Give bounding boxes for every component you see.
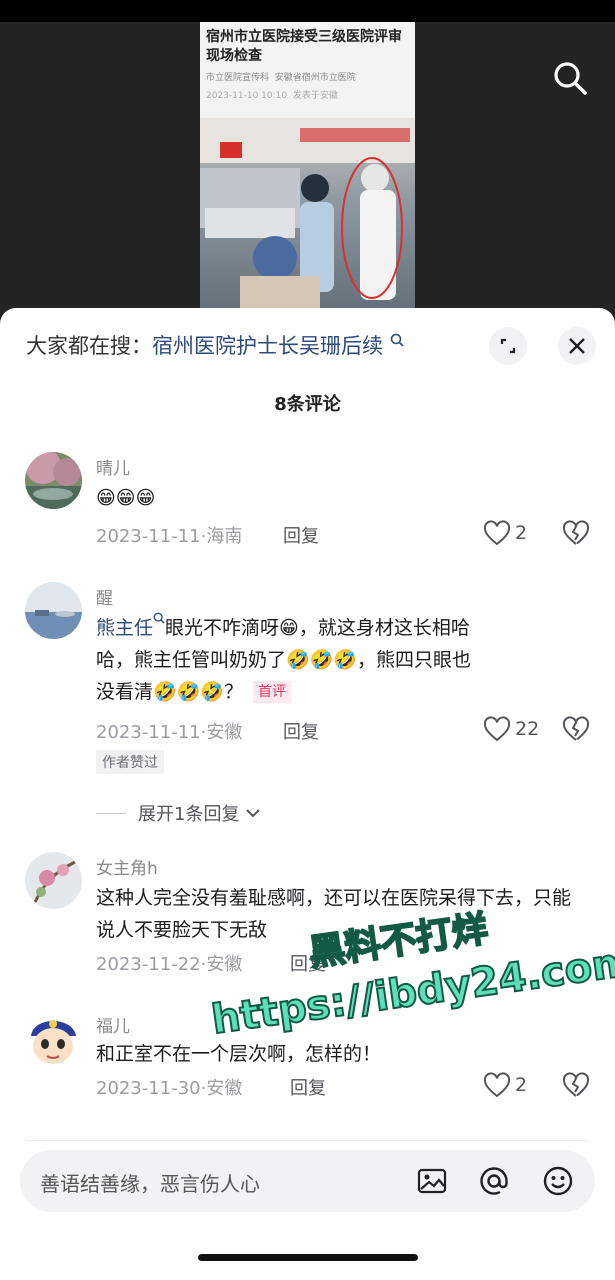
hot-search-link[interactable]: 宿州医院护士长吴珊后续 [152, 334, 383, 358]
heart-icon [483, 1072, 511, 1098]
expand-replies-button[interactable]: 展开1条回复 [96, 800, 261, 826]
expand-icon [500, 338, 516, 354]
comment-username[interactable]: 晴儿 [96, 454, 130, 479]
video-article-source: 市立医院宣传科 安徽省宿州市立医院 [206, 73, 356, 83]
close-icon [569, 338, 585, 354]
comment-username[interactable]: 女主角h [96, 854, 158, 879]
video-frame: 宿州市立医院接受三级医院评审现场检查 市立医院宣传科 安徽省宿州市立医院 202… [200, 22, 415, 322]
divider-line [96, 813, 126, 814]
video-player[interactable]: 宿州市立医院接受三级医院评审现场检查 市立医院宣传科 安徽省宿州市立医院 202… [0, 22, 615, 322]
at-icon[interactable] [478, 1165, 510, 1197]
broken-heart-icon[interactable] [562, 520, 590, 548]
chevron-down-icon [246, 809, 260, 818]
mention-link[interactable]: 熊主任 [96, 617, 153, 639]
comment-text: 熊主任 眼光不咋滴呀😁，就这身材这长相哈 哈，熊主任管叫奶奶了🤣🤣🤣，熊四只眼也 … [96, 612, 586, 708]
like-button[interactable]: 2 [483, 1072, 543, 1100]
broken-heart-icon[interactable] [562, 716, 590, 744]
comment-count: 8条评论 [274, 394, 341, 415]
comment-item: 醒 熊主任 眼光不咋滴呀😁，就这身材这长相哈 哈，熊主任管叫奶奶了🤣🤣🤣，熊四只眼… [0, 578, 615, 838]
hot-search-prefix: 大家都在搜： [26, 334, 152, 358]
status-bar [0, 0, 615, 22]
comment-text: 😁😁😁 [96, 487, 156, 509]
reply-button[interactable]: 回复 [283, 718, 319, 744]
image-icon[interactable] [416, 1165, 448, 1197]
like-count: 22 [515, 718, 540, 740]
comment-input-placeholder[interactable]: 善语结善缘，恶言伤人心 [40, 1168, 260, 1197]
home-indicator [198, 1254, 418, 1261]
search-small-icon [153, 612, 165, 624]
heart-icon [483, 716, 511, 742]
comment-text: 和正室不在一个层次啊，怎样的！ [96, 1043, 382, 1065]
avatar[interactable] [25, 1010, 82, 1067]
hot-search-bar[interactable]: 大家都在搜：宿州医院护士长吴珊后续 [26, 330, 404, 360]
like-button[interactable]: 2 [483, 520, 543, 548]
search-icon[interactable] [550, 58, 590, 98]
author-liked-badge: 作者赞过 [96, 750, 164, 774]
video-photo [200, 118, 415, 322]
search-small-icon [390, 333, 404, 347]
reply-button[interactable]: 回复 [283, 522, 319, 548]
comment-meta: 2023-11-11·安徽 [96, 722, 243, 743]
like-count: 2 [515, 1074, 528, 1096]
avatar[interactable] [25, 452, 82, 509]
comment-input[interactable]: 善语结善缘，恶言伤人心 [20, 1150, 595, 1212]
avatar[interactable] [25, 582, 82, 639]
first-comment-badge: 首评 [252, 681, 291, 703]
comment-item: 福儿 和正室不在一个层次啊，怎样的！ 2023-11-30·安徽 回复 2 [0, 1006, 615, 1116]
avatar[interactable] [25, 852, 82, 909]
comment-panel: 大家都在搜：宿州医院护士长吴珊后续 8条评论 晴儿 😁😁😁 2023-11-11… [0, 308, 615, 1280]
fullscreen-button[interactable] [489, 327, 527, 365]
comment-meta: 2023-11-22·安徽 [96, 954, 243, 975]
close-button[interactable] [558, 327, 596, 365]
like-count: 2 [515, 522, 528, 544]
emoji-icon[interactable] [542, 1165, 574, 1197]
like-button[interactable]: 22 [483, 716, 543, 744]
reply-button[interactable]: 回复 [290, 1074, 326, 1100]
divider [26, 1140, 589, 1141]
comment-meta: 2023-11-30·安徽 [96, 1078, 243, 1099]
comment-item: 晴儿 😁😁😁 2023-11-11·海南 回复 2 [0, 448, 615, 558]
video-article-date: 2023-11-10 10:10 发表于安徽 [206, 91, 338, 101]
broken-heart-icon[interactable] [562, 1072, 590, 1100]
reply-button[interactable]: 回复 [290, 950, 326, 976]
comment-username[interactable]: 福儿 [96, 1012, 130, 1037]
comment-item: 女主角h 这种人完全没有羞耻感啊，还可以在医院呆得下去，只能说人不要脸天下无敌 … [0, 848, 615, 978]
comment-meta: 2023-11-11·海南 [96, 526, 243, 547]
heart-icon [483, 520, 511, 546]
comment-username[interactable]: 醒 [96, 584, 113, 609]
video-article-title: 宿州市立医院接受三级医院评审现场检查 [206, 29, 402, 64]
comment-text: 这种人完全没有羞耻感啊，还可以在医院呆得下去，只能说人不要脸天下无敌 [96, 887, 572, 941]
